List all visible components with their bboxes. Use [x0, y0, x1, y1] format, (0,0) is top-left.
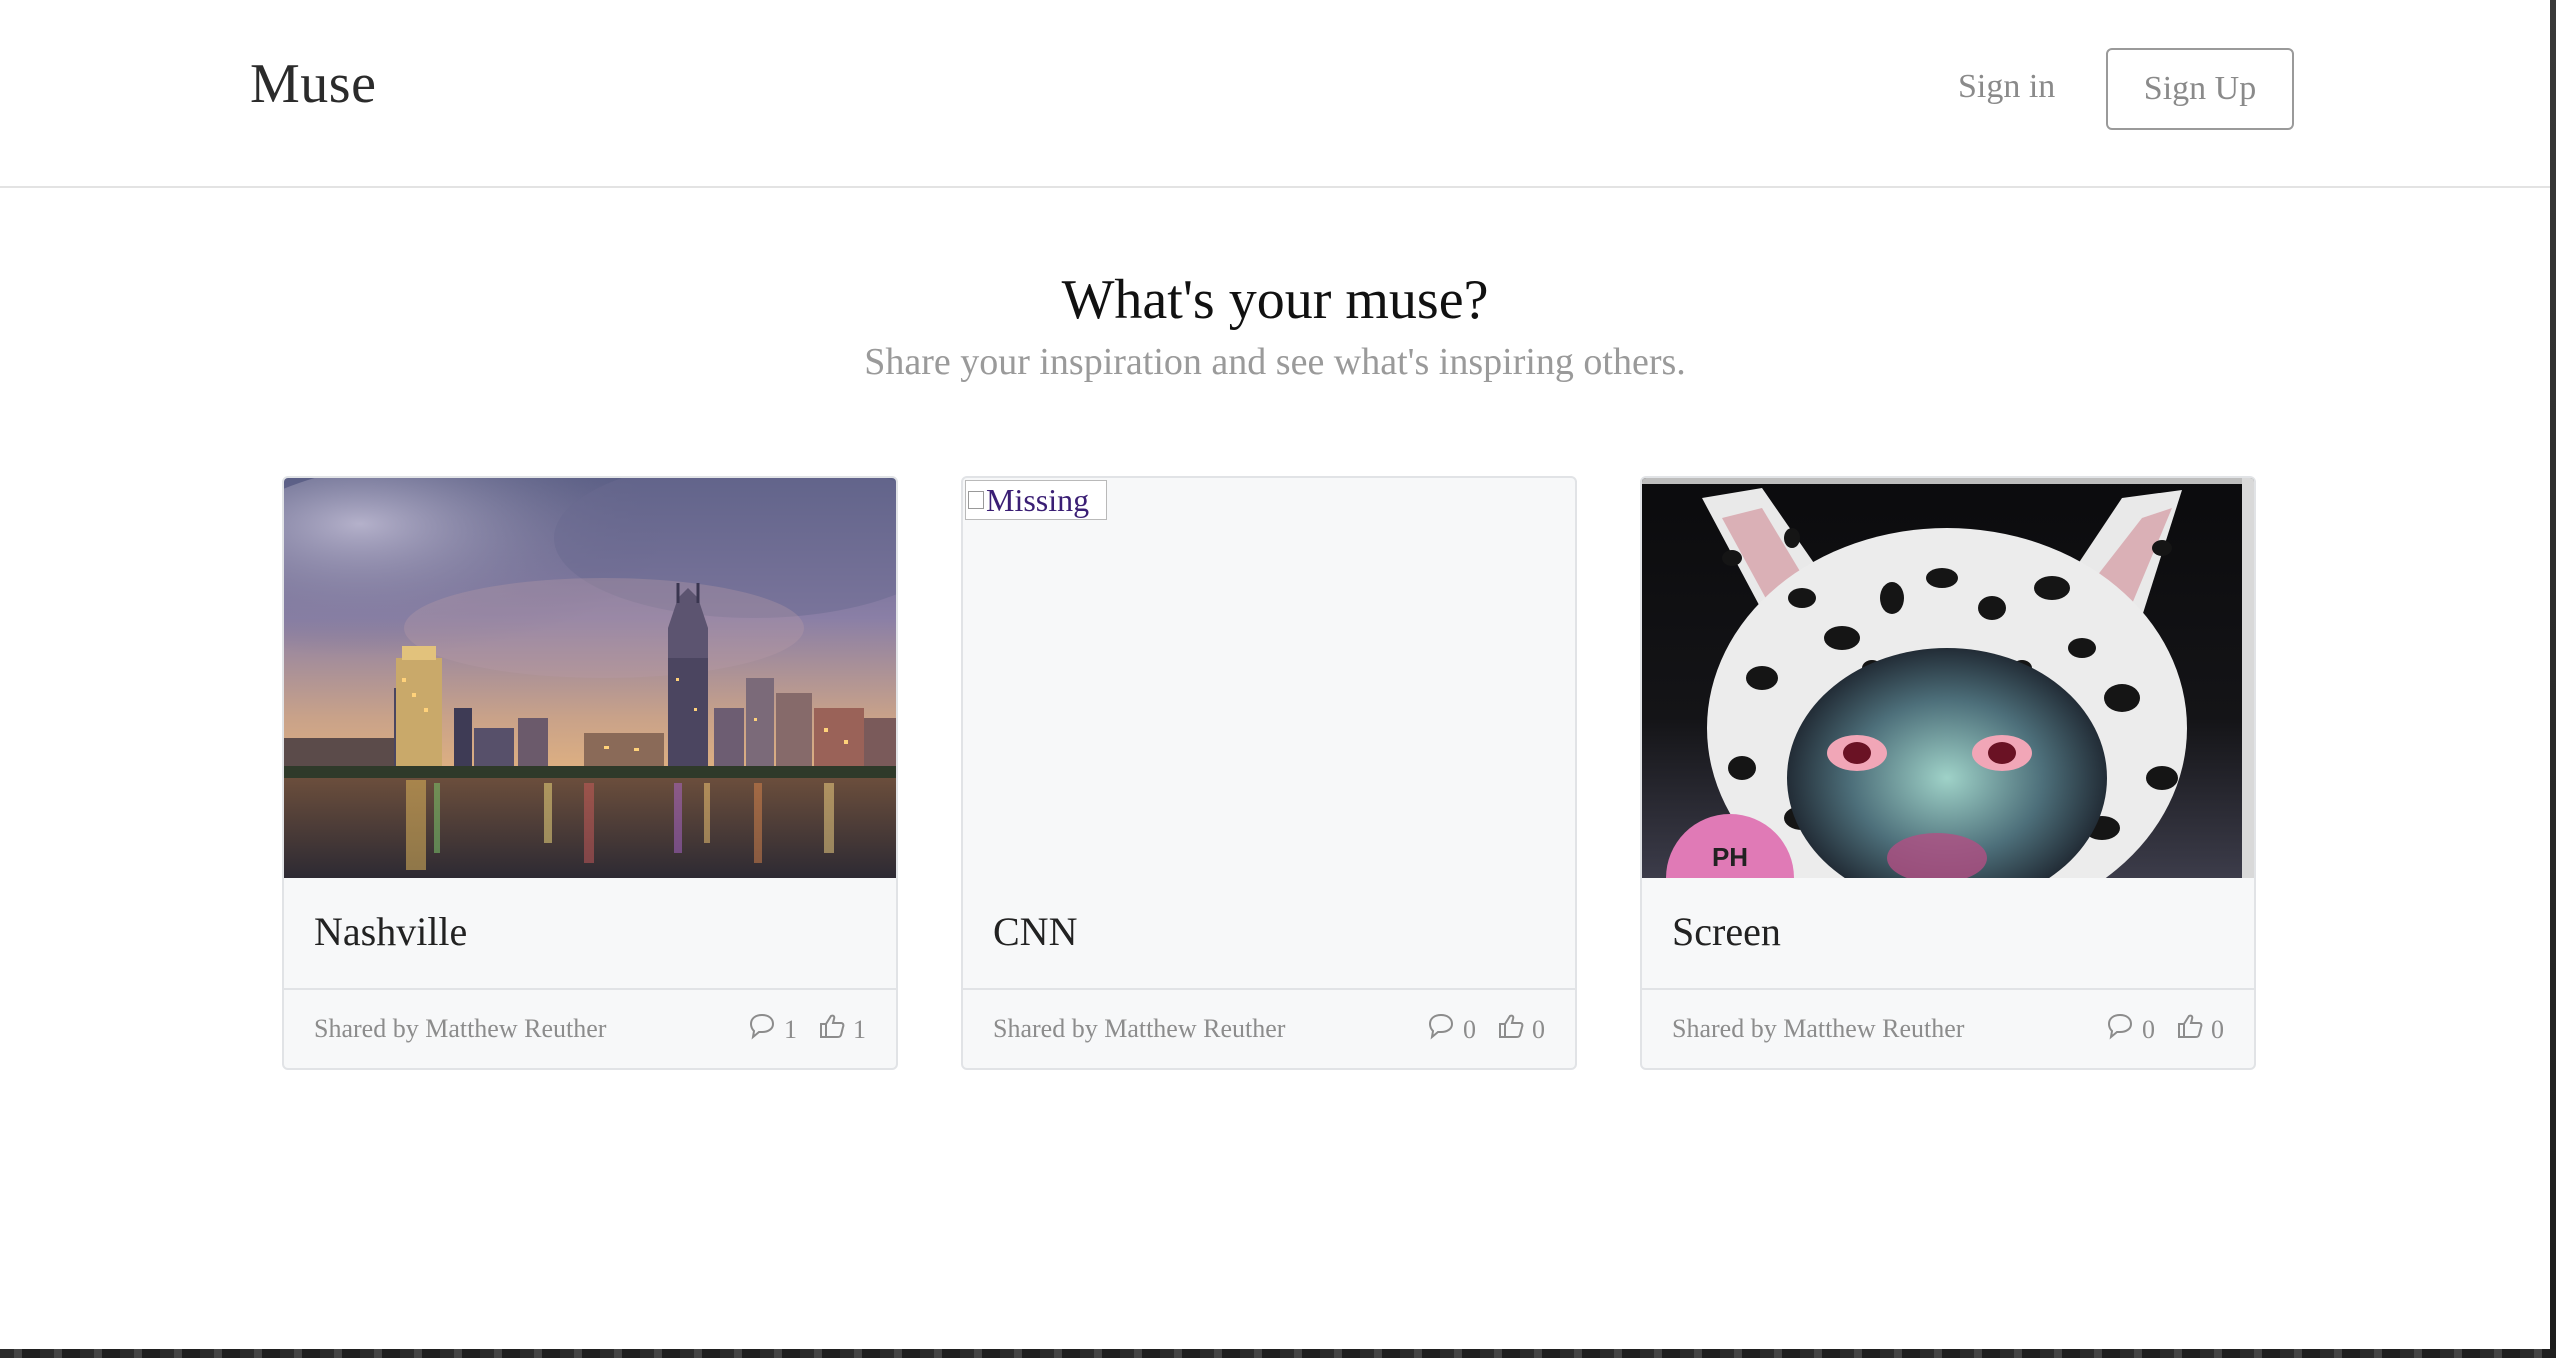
shared-by-text: Shared by Matthew Reuther — [1672, 1014, 1965, 1043]
comment-count[interactable]: 0 — [1427, 1012, 1476, 1047]
art-edge-strip — [2242, 478, 2254, 878]
album-badge: PH — [1712, 842, 1748, 872]
comment-icon — [2106, 1012, 2136, 1047]
image-alt-text: Missing — [986, 481, 1090, 518]
card-stats: 0 0 — [2106, 1012, 2224, 1047]
brand-logo[interactable]: Muse — [250, 52, 376, 116]
card-image-missing[interactable]: Missing — [963, 478, 1575, 878]
background-strip — [0, 1349, 2556, 1358]
like-count[interactable]: 1 — [817, 1012, 866, 1047]
broken-image-icon — [968, 491, 984, 509]
like-count-value: 1 — [853, 1014, 866, 1044]
card-image-album-art[interactable]: PH — [1642, 478, 2254, 878]
card-image-city-skyline[interactable] — [284, 478, 896, 878]
comment-icon — [748, 1012, 778, 1047]
card-footer: Shared by Matthew Reuther 0 0 — [1642, 988, 2254, 1068]
thumbs-up-icon — [817, 1012, 847, 1047]
sign-in-link[interactable]: Sign in — [1958, 68, 2055, 106]
comment-count[interactable]: 1 — [748, 1012, 797, 1047]
muse-card[interactable]: Missing CNN Shared by Matthew Reuther 0 … — [961, 476, 1577, 1070]
card-title[interactable]: Screen — [1672, 908, 1781, 955]
card-stats: 1 1 — [748, 1012, 866, 1047]
card-footer: Shared by Matthew Reuther 0 0 — [963, 988, 1575, 1068]
comment-count-value: 0 — [2142, 1014, 2155, 1044]
navbar: Muse Sign in Sign Up — [0, 0, 2550, 188]
sign-up-button[interactable]: Sign Up — [2106, 48, 2294, 130]
comment-count-value: 1 — [784, 1014, 797, 1044]
like-count-value: 0 — [1532, 1014, 1545, 1044]
card-stats: 0 0 — [1427, 1012, 1545, 1047]
comment-count-value: 0 — [1463, 1014, 1476, 1044]
like-count-value: 0 — [2211, 1014, 2224, 1044]
shared-by-text: Shared by Matthew Reuther — [314, 1014, 607, 1043]
broken-image[interactable]: Missing — [965, 480, 1107, 520]
card-title[interactable]: CNN — [993, 908, 1077, 955]
page-title: What's your muse? — [1061, 269, 1489, 331]
page: Muse Sign in Sign Up What's your muse? S… — [0, 0, 2556, 1358]
card-footer: Shared by Matthew Reuther 1 1 — [284, 988, 896, 1068]
thumbs-up-icon — [2175, 1012, 2205, 1047]
page-subtitle: Share your inspiration and see what's in… — [864, 341, 1686, 383]
like-count[interactable]: 0 — [1496, 1012, 1545, 1047]
window-edge — [2550, 0, 2556, 1358]
muse-card[interactable]: Nashville Shared by Matthew Reuther 1 1 — [282, 476, 898, 1070]
muse-card[interactable]: PH Screen Shared by Matthew Reuther 0 0 — [1640, 476, 2256, 1070]
thumbs-up-icon — [1496, 1012, 1526, 1047]
comment-icon — [1427, 1012, 1457, 1047]
shared-by-text: Shared by Matthew Reuther — [993, 1014, 1286, 1043]
comment-count[interactable]: 0 — [2106, 1012, 2155, 1047]
card-title[interactable]: Nashville — [314, 908, 467, 955]
like-count[interactable]: 0 — [2175, 1012, 2224, 1047]
